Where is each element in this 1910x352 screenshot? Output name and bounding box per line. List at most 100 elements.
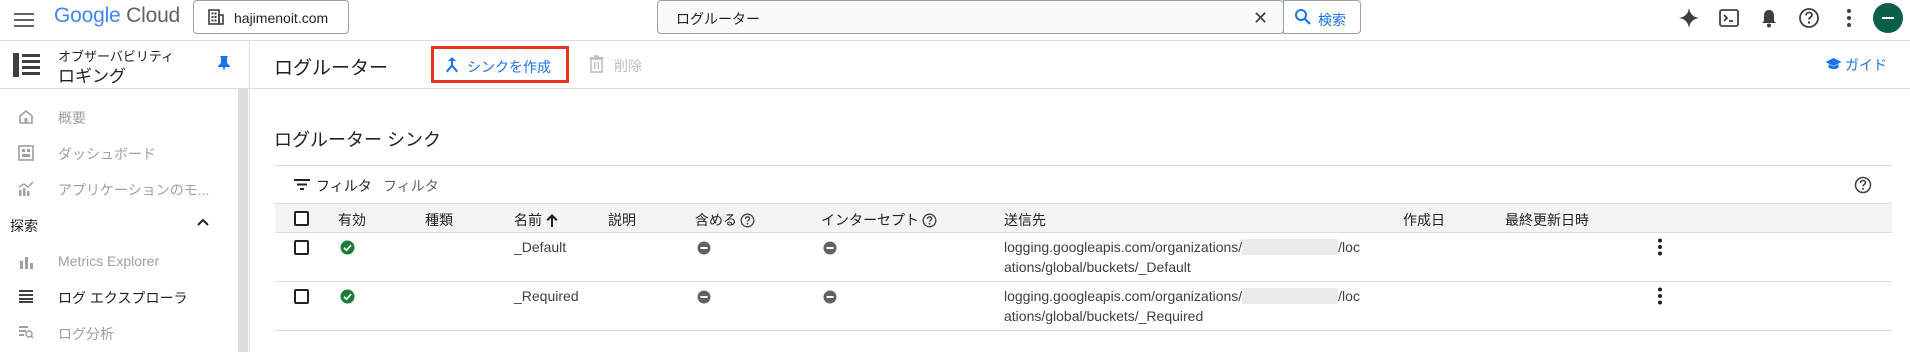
sink-name[interactable]: _Required <box>514 288 579 304</box>
sidebar-item-overview[interactable]: 概要 <box>0 99 238 133</box>
search-button-label: 検索 <box>1318 12 1346 28</box>
school-icon <box>1825 58 1842 69</box>
gemini-sparkle-icon[interactable] <box>1676 5 1702 31</box>
section-label: 探索 <box>10 218 38 234</box>
search-icon <box>1295 9 1311 25</box>
filter-icon <box>294 179 310 190</box>
sidebar-section-explore[interactable]: 探索 <box>0 208 238 242</box>
row-checkbox[interactable] <box>294 240 309 255</box>
col-enabled[interactable]: 有効 <box>338 210 366 230</box>
bell-icon[interactable] <box>1756 5 1782 31</box>
sidebar-item-label: Metrics Explorer <box>58 253 160 269</box>
arrow-up-icon <box>546 214 558 227</box>
more-vert-icon[interactable] <box>1657 238 1663 256</box>
merge-icon <box>446 57 458 73</box>
col-destination[interactable]: 送信先 <box>1004 210 1046 230</box>
sidebar-scrollbar[interactable] <box>238 89 248 352</box>
sidebar-item-log-analytics[interactable]: ログ分析 <box>0 315 238 349</box>
cloud-shell-icon[interactable] <box>1716 5 1742 31</box>
dest-prefix: logging.googleapis.com/organizations/ <box>1004 239 1243 255</box>
trash-icon <box>589 55 604 73</box>
logo-cloud: Cloud <box>126 4 181 27</box>
monitoring-chart-icon <box>18 181 34 196</box>
sidebar-item-dashboard[interactable]: ダッシュボード <box>0 135 238 169</box>
row-checkbox[interactable] <box>294 289 309 304</box>
chevron-up-icon <box>197 218 209 226</box>
disabled-minus-icon <box>823 290 837 304</box>
more-vert-icon[interactable] <box>1836 5 1862 31</box>
more-vert-icon[interactable] <box>1657 287 1663 305</box>
enabled-check-icon <box>340 240 355 255</box>
pin-icon[interactable] <box>217 55 231 73</box>
col-intercept[interactable]: インターセプト <box>821 210 937 230</box>
disabled-minus-icon <box>823 241 837 255</box>
sink-name[interactable]: _Default <box>514 239 566 255</box>
select-all-checkbox[interactable] <box>294 211 309 226</box>
enabled-check-icon <box>340 289 355 304</box>
organization-icon <box>208 9 224 25</box>
disabled-minus-icon <box>697 241 711 255</box>
action-bar: ログルーター シンクを作成 削除 ガイド <box>251 41 1910 89</box>
sink-destination: logging.googleapis.com/organizations/ /lo… <box>1004 237 1384 277</box>
top-bar: Google Cloud hajimenoit.com ログルーター ✕ 検索 <box>0 0 1910 41</box>
project-name: hajimenoit.com <box>234 10 329 26</box>
col-type[interactable]: 種類 <box>425 210 453 230</box>
table-row[interactable]: _Required logging.googleapis.com/organiz… <box>275 282 1892 331</box>
bar-chart-icon <box>20 257 33 269</box>
sidebar-item-label: ダッシュボード <box>58 146 156 162</box>
redacted-org-id <box>1242 239 1339 255</box>
col-description[interactable]: 説明 <box>608 210 636 230</box>
sidebar-header: オブザーバビリティ ロギング <box>0 41 249 89</box>
dest-suffix: /loc <box>1338 239 1360 255</box>
filter-input[interactable]: フィルタ <box>383 176 439 196</box>
dest-suffix: /loc <box>1338 288 1360 304</box>
list-icon <box>19 290 33 303</box>
logo-google: Google <box>54 4 121 27</box>
sidebar-item-metrics-explorer[interactable]: Metrics Explorer <box>0 244 238 278</box>
table-header: 有効 種類 名前 説明 含める インターセプト 送信先 作成日 最終更新日時 <box>275 203 1892 233</box>
sidebar-item-log-explorer[interactable]: ログ エクスプローラ <box>0 279 238 313</box>
logging-product-icon <box>13 53 40 77</box>
col-updated[interactable]: 最終更新日時 <box>1505 210 1589 230</box>
section-title: ログルーター シンク <box>274 130 442 150</box>
col-name-label: 名前 <box>514 212 542 228</box>
disabled-minus-icon <box>697 290 711 304</box>
clear-icon[interactable]: ✕ <box>1253 8 1268 29</box>
create-sink-label: シンクを作成 <box>467 59 551 75</box>
search-button[interactable]: 検索 <box>1283 0 1361 34</box>
product-title: ロギング <box>58 67 126 86</box>
search-value: ログルーター <box>676 11 760 27</box>
dest-line2: ations/global/buckets/_Default <box>1004 259 1191 275</box>
google-cloud-logo[interactable]: Google Cloud <box>54 4 180 28</box>
sidebar-item-label: ログ分析 <box>58 326 114 342</box>
sink-destination: logging.googleapis.com/organizations/ /lo… <box>1004 286 1384 326</box>
menu-icon[interactable] <box>10 6 38 34</box>
sidebar-item-app-monitoring[interactable]: アプリケーションのモ... <box>0 171 238 205</box>
page-title: ログルーター <box>274 58 389 79</box>
table-row[interactable]: _Default logging.googleapis.com/organiza… <box>275 233 1892 282</box>
log-analytics-icon <box>19 326 34 339</box>
create-sink-button[interactable]: シンクを作成 <box>431 46 569 83</box>
help-icon[interactable] <box>1796 5 1822 31</box>
col-name[interactable]: 名前 <box>514 210 559 230</box>
col-inclusion-label: 含める <box>695 212 737 228</box>
col-intercept-label: インターセプト <box>821 212 919 228</box>
sidebar-item-label: 概要 <box>58 110 86 126</box>
col-created[interactable]: 作成日 <box>1403 210 1445 230</box>
filter-bar[interactable]: フィルタ フィルタ <box>275 165 1892 203</box>
avatar[interactable] <box>1873 3 1903 33</box>
filter-label: フィルタ <box>316 178 372 194</box>
help-icon[interactable] <box>922 213 937 228</box>
delete-label: 削除 <box>614 58 642 74</box>
redacted-org-id <box>1242 288 1339 304</box>
help-icon[interactable] <box>1854 176 1872 194</box>
search-input[interactable]: ログルーター ✕ <box>657 0 1284 34</box>
sidebar-item-label: アプリケーションのモ... <box>58 182 210 198</box>
col-inclusion[interactable]: 含める <box>695 210 755 230</box>
dest-prefix: logging.googleapis.com/organizations/ <box>1004 288 1243 304</box>
project-selector[interactable]: hajimenoit.com <box>193 0 349 34</box>
help-icon[interactable] <box>740 213 755 228</box>
sidebar: オブザーバビリティ ロギング 概要 ダッシュボード アプリケーションのモ... … <box>0 41 250 352</box>
dashboard-icon <box>18 145 34 161</box>
home-icon <box>19 109 33 124</box>
